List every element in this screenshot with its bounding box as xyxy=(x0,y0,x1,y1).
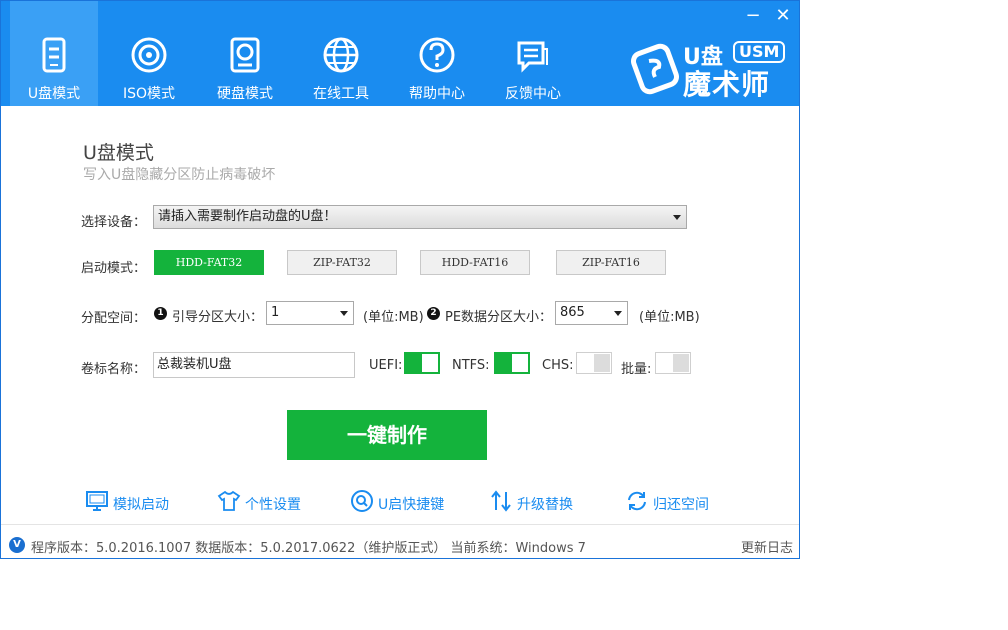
tool-label: 归还空间 xyxy=(653,497,709,513)
version-badge: V xyxy=(9,537,25,553)
device-select[interactable]: 请插入需要制作启动盘的U盘！ xyxy=(153,205,687,229)
mode-hdd-fat16-button[interactable]: HDD-FAT16 xyxy=(420,250,530,275)
app-logo: U盘 USM 魔术师 xyxy=(629,37,789,101)
toggle-knob xyxy=(422,354,438,372)
tool-label: 模拟启动 xyxy=(113,497,169,513)
ntfs-label: NTFS: xyxy=(452,358,490,373)
pe-partition-size-select[interactable]: 865 xyxy=(555,301,628,325)
mode-zip-fat32-button[interactable]: ZIP-FAT32 xyxy=(287,250,397,275)
volume-label: 卷标名称： xyxy=(81,362,147,377)
volume-name-input[interactable]: 总裁装机U盘 xyxy=(153,352,355,378)
tab-hard-disk-mode[interactable]: 硬盘模式 xyxy=(201,1,289,106)
refresh-icon xyxy=(628,491,646,511)
tool-label: 个性设置 xyxy=(245,497,301,513)
status-bar: V 程序版本：5.0.2016.1007 数据版本：5.0.2017.0622（… xyxy=(1,524,799,558)
minimize-button[interactable]: − xyxy=(741,5,765,27)
step-one-badge: 1 xyxy=(154,307,167,320)
uefi-toggle[interactable] xyxy=(404,352,440,374)
device-label: 选择设备： xyxy=(81,215,147,230)
device-select-value: 请插入需要制作启动盘的U盘！ xyxy=(158,209,337,224)
tab-online-tools[interactable]: 在线工具 xyxy=(297,1,385,106)
logo-mark-icon xyxy=(630,43,680,95)
help-icon xyxy=(419,37,455,73)
hard-disk-icon xyxy=(230,37,260,73)
tool-label: U启快捷键 xyxy=(378,497,445,513)
tab-label: 在线工具 xyxy=(313,86,369,102)
pe-partition-unit: (单位:MB) xyxy=(639,310,700,325)
uefi-label: UEFI: xyxy=(369,358,403,373)
close-button[interactable]: ✕ xyxy=(771,5,795,27)
tab-label: 硬盘模式 xyxy=(217,86,273,102)
chevron-down-icon xyxy=(673,215,681,220)
up-down-arrows-icon xyxy=(491,490,511,512)
chs-toggle[interactable] xyxy=(576,352,612,374)
tab-label: ISO模式 xyxy=(122,86,176,102)
tab-usb-mode[interactable]: U盘模式 xyxy=(10,1,98,106)
boot-partition-size-value: 1 xyxy=(271,305,280,320)
logo-usm-text: USM xyxy=(733,41,786,63)
chevron-down-icon xyxy=(340,311,348,316)
search-icon xyxy=(351,490,373,512)
pe-partition-size-value: 865 xyxy=(560,305,585,320)
tab-iso-mode[interactable]: ISO模式 xyxy=(105,1,193,106)
disc-icon xyxy=(131,37,167,73)
app-window: − ✕ U盘模式 ISO模式 硬盘模式 在线工具 帮助中心 反馈中心 U盘 US… xyxy=(0,0,800,559)
ntfs-toggle[interactable] xyxy=(494,352,530,374)
version-info-text: 程序版本：5.0.2016.1007 数据版本：5.0.2017.0622（维护… xyxy=(31,541,586,556)
mode-zip-fat16-button[interactable]: ZIP-FAT16 xyxy=(556,250,666,275)
boot-mode-label: 启动模式： xyxy=(81,261,147,276)
chs-label: CHS: xyxy=(542,358,574,373)
one-click-make-button[interactable]: 一键制作 xyxy=(287,410,487,460)
boot-partition-label: 引导分区大小： xyxy=(172,310,264,325)
page-subtitle: 写入U盘隐藏分区防止病毒破坏 xyxy=(83,167,276,183)
space-label: 分配空间： xyxy=(81,311,147,326)
page-title: U盘模式 xyxy=(83,142,154,164)
step-two-badge: 2 xyxy=(427,307,440,320)
boot-partition-size-select[interactable]: 1 xyxy=(266,301,354,325)
logo-name-text: 魔术师 xyxy=(683,68,771,101)
chevron-down-icon xyxy=(614,311,622,316)
usb-drive-icon xyxy=(42,37,66,73)
toggle-knob xyxy=(673,354,689,372)
globe-icon xyxy=(323,37,359,73)
mode-hdd-fat32-button[interactable]: HDD-FAT32 xyxy=(154,250,264,275)
tab-help-center[interactable]: 帮助中心 xyxy=(393,1,481,106)
monitor-icon xyxy=(86,491,108,511)
tshirt-icon xyxy=(217,490,241,511)
changelog-link[interactable]: 更新日志 xyxy=(741,537,793,556)
tab-feedback-center[interactable]: 反馈中心 xyxy=(489,1,577,106)
pe-partition-label: PE数据分区大小： xyxy=(445,310,553,325)
toggle-knob xyxy=(512,354,528,372)
tab-label: 帮助中心 xyxy=(409,86,465,102)
toggle-knob xyxy=(594,354,610,372)
tool-label: 升级替换 xyxy=(517,497,573,513)
boot-partition-unit: (单位:MB) xyxy=(363,310,424,325)
tab-label: U盘模式 xyxy=(27,86,81,102)
chat-icon xyxy=(517,41,548,73)
batch-toggle[interactable] xyxy=(655,352,691,374)
tab-label: 反馈中心 xyxy=(505,86,561,102)
top-navigation-bar: − ✕ U盘模式 ISO模式 硬盘模式 在线工具 帮助中心 反馈中心 U盘 US… xyxy=(1,1,799,106)
batch-label: 批量: xyxy=(621,362,652,377)
